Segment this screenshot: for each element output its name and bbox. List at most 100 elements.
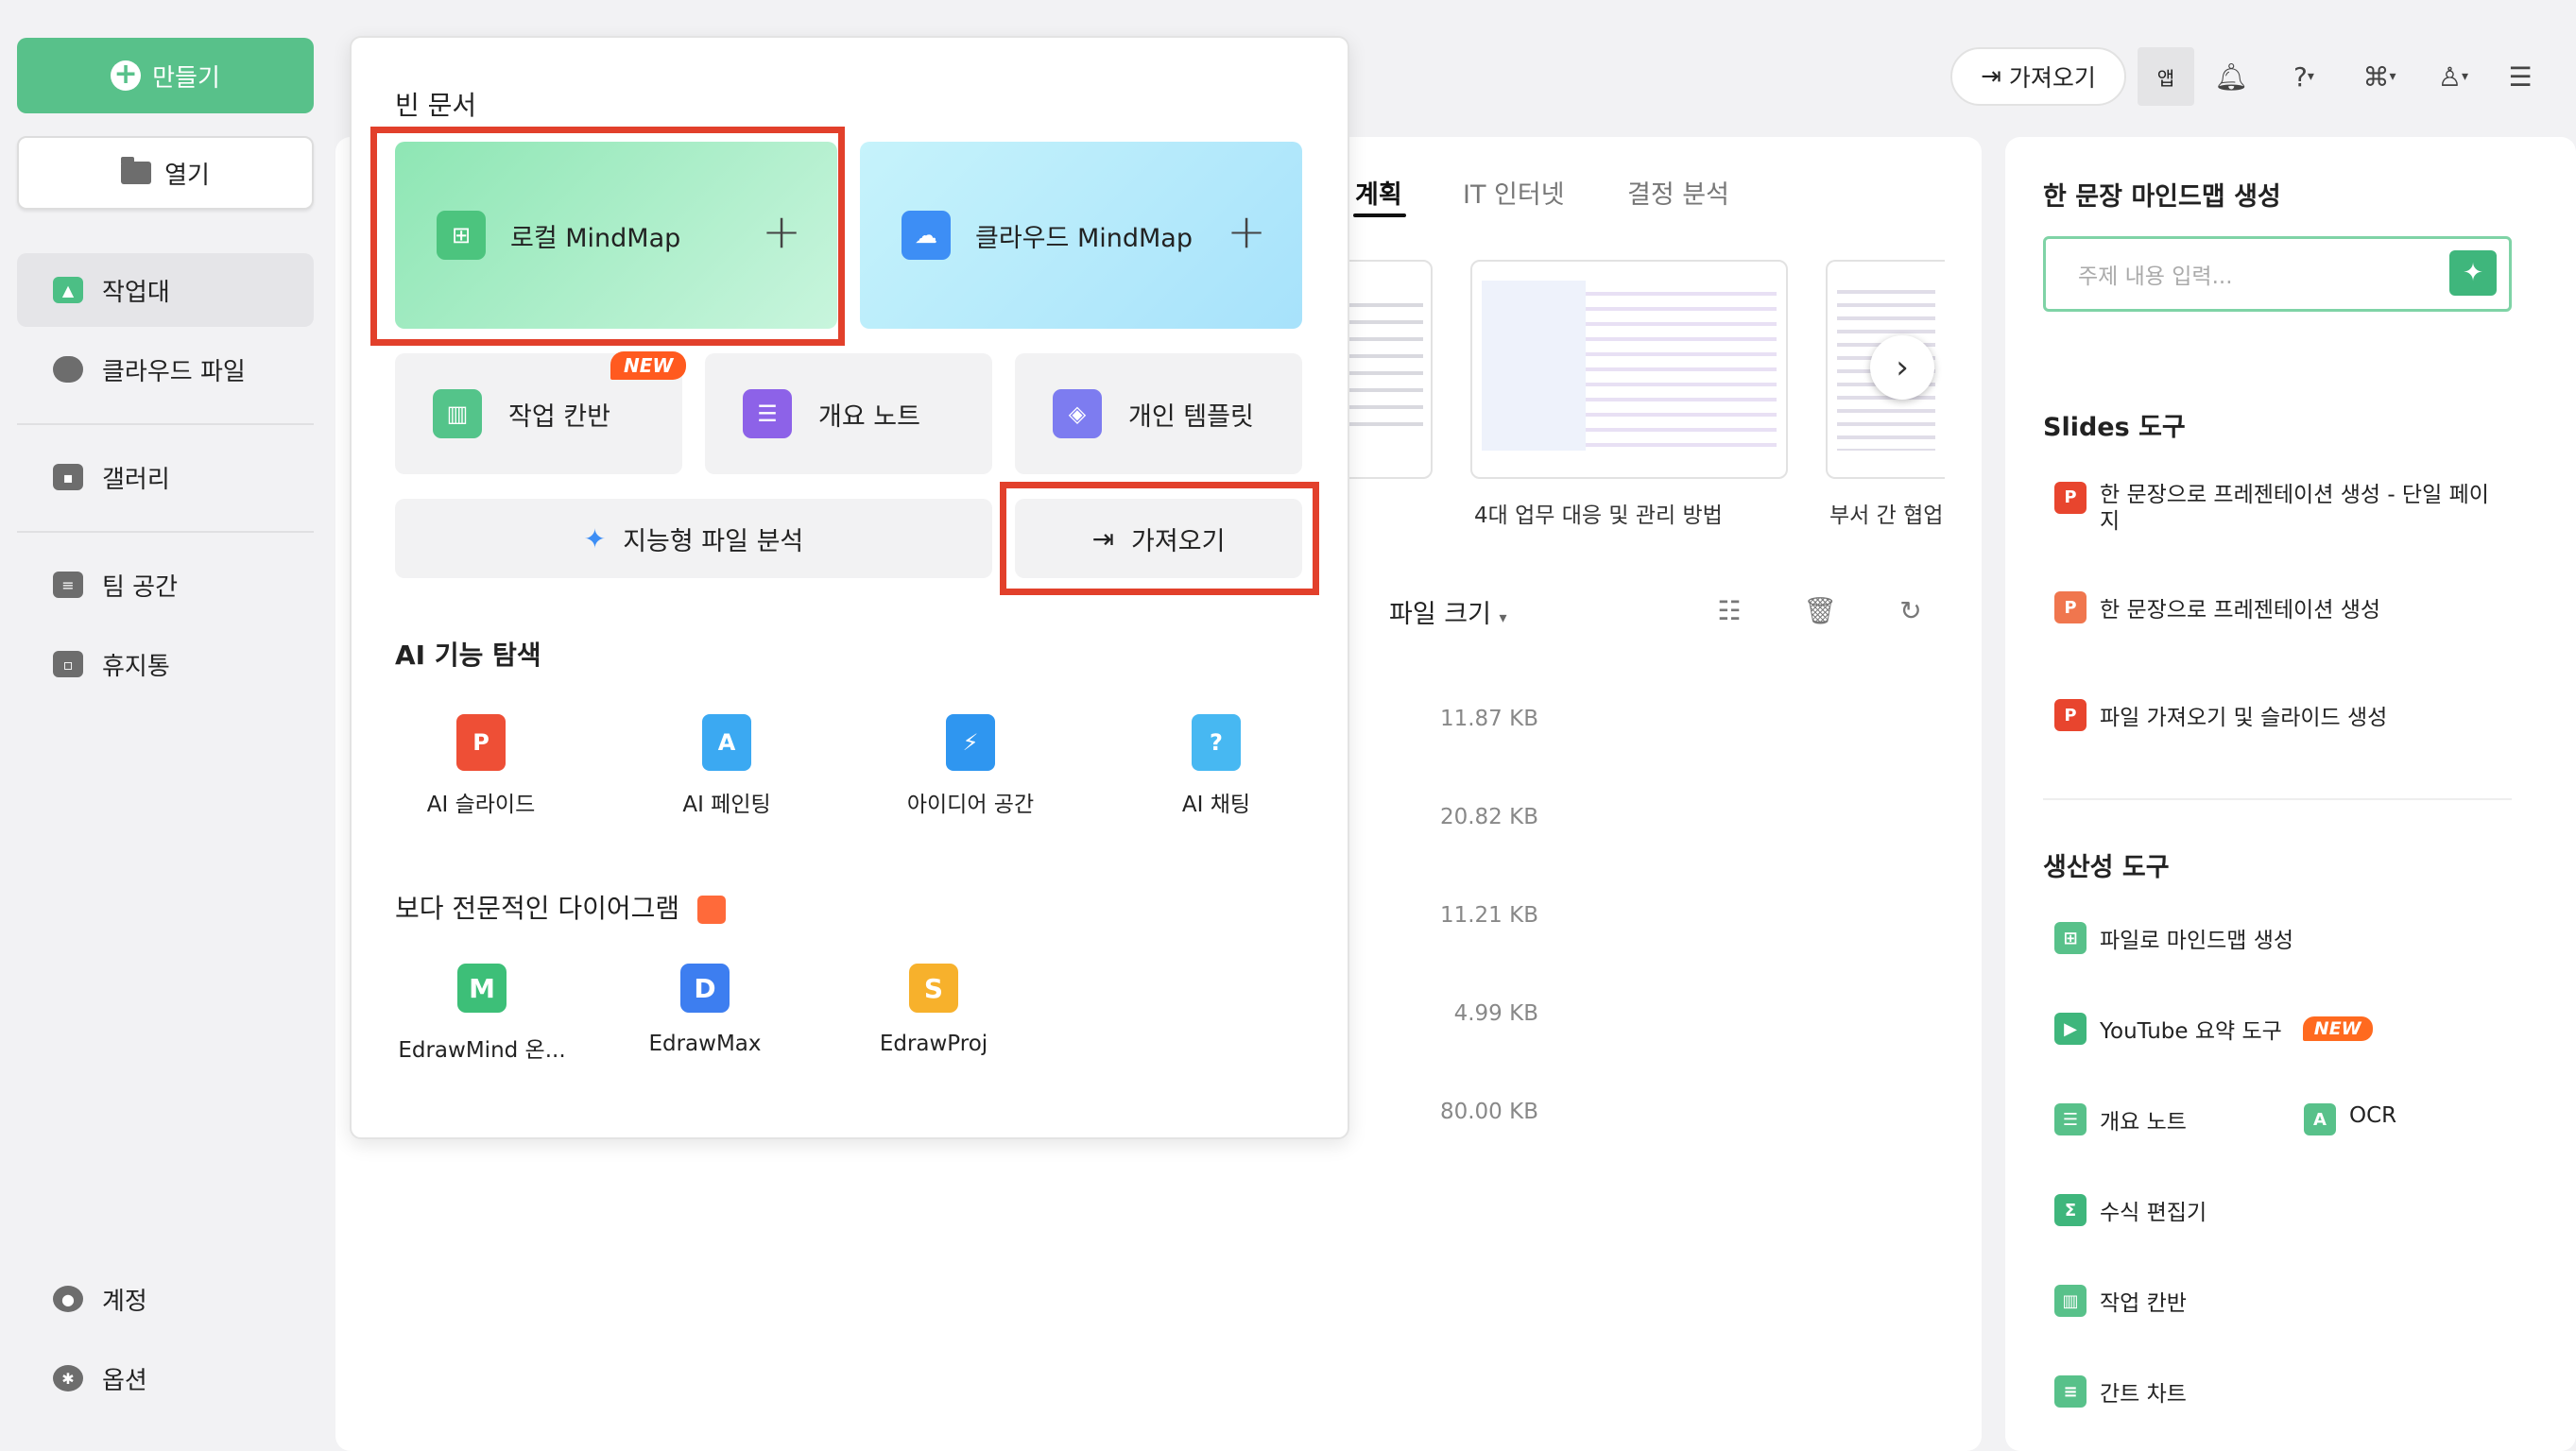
ai-generate-button[interactable]: ✦ — [2449, 250, 2497, 296]
tool-file-to-mindmap[interactable]: ⊞ 파일로 마인드맵 생성 — [2054, 922, 2293, 954]
pro-item-label: EdrawMind 온... — [398, 1038, 566, 1063]
outline-note-label: 개요 노트 — [818, 401, 920, 432]
edrawmax-item[interactable]: D EdrawMax — [618, 964, 792, 1056]
topic-input[interactable]: 주제 내용 입력... — [2043, 236, 2512, 312]
tool-label: 간트 차트 — [2100, 1382, 2187, 1407]
sidebar-divider — [17, 423, 314, 425]
sort-by-size[interactable]: 파일 크기 ▾ — [1389, 593, 1507, 630]
popup-import-button[interactable]: ⇥ 가져오기 — [1015, 499, 1302, 578]
ai-item-label: AI 슬라이드 — [426, 793, 536, 817]
template-label: 부서 간 협업 — [1829, 504, 1944, 528]
sidebar-item-cloud-files[interactable]: 클라우드 파일 — [17, 333, 314, 406]
gear-icon: ✱ — [53, 1365, 83, 1391]
cloud-mindmap-label: 클라우드 MindMap — [975, 223, 1193, 253]
theme-shirt-icon[interactable]: ♙ ▾ — [2425, 55, 2482, 98]
mindmap-icon: ⊞ — [437, 211, 486, 260]
gallery-chat-icon: ▪ — [53, 464, 83, 490]
tool-ocr[interactable]: A OCR — [2304, 1103, 2396, 1135]
sidebar-item-trash[interactable]: ▫ 휴지통 — [17, 627, 314, 701]
carousel-next-button[interactable]: › — [1870, 335, 1934, 400]
sidebar-item-team-space[interactable]: ≡ 팀 공간 — [17, 548, 314, 622]
tool-gantt-chart[interactable]: ≡ 간트 차트 — [2054, 1375, 2187, 1408]
edrawproj-icon: S — [909, 964, 958, 1013]
ai-section-title: AI 기능 탐색 — [395, 640, 541, 671]
right-tools-panel — [2005, 137, 2576, 1451]
account-label: 계정 — [102, 1287, 147, 1316]
create-button[interactable]: + 만들기 — [17, 38, 314, 113]
local-mindmap-card[interactable]: ⊞ 로컬 MindMap + — [395, 142, 837, 329]
team-space-icon: ≡ — [53, 572, 83, 598]
tab-decision-analysis[interactable]: 결정 분석 — [1627, 174, 1729, 211]
slides-tool-single-page[interactable]: P 한 문장으로 프레젠테이션 생성 - 단일 페이지 — [2054, 482, 2499, 535]
refresh-icon[interactable]: ↻ — [1892, 593, 1930, 627]
help-icon[interactable]: ? ▾ — [2275, 55, 2332, 98]
lightning-icon: ⚡ — [946, 714, 995, 771]
tab-plan[interactable]: 계획 — [1355, 174, 1402, 211]
edrawproj-item[interactable]: S EdrawProj — [847, 964, 1021, 1056]
top-import-button[interactable]: ⇥ 가져오기 — [1950, 47, 2126, 106]
kanban-label: 작업 칸반 — [508, 401, 610, 432]
tool-label: YouTube 요약 도구 — [2100, 1019, 2282, 1044]
tool-youtube-summary[interactable]: ▶ YouTube 요약 도구 NEW — [2054, 1013, 2373, 1045]
blank-document-title: 빈 문서 — [395, 90, 477, 121]
file-size-cell: 20.82 KB — [1439, 805, 1538, 829]
ai-chat-item[interactable]: ? AI 채팅 — [1117, 714, 1315, 818]
presentation-generate-icon: P — [2054, 591, 2087, 623]
options-label: 옵션 — [102, 1366, 147, 1395]
plus-circle-icon: + — [111, 60, 142, 91]
ai-painting-item[interactable]: A AI 페인팅 — [627, 714, 826, 818]
template-card[interactable] — [1470, 260, 1788, 479]
ai-item-label: AI 채팅 — [1181, 793, 1251, 817]
one-sentence-mindmap-title: 한 문장 마인드맵 생성 — [2043, 182, 2281, 212]
smart-file-analysis-button[interactable]: ✦ 지능형 파일 분석 — [395, 499, 992, 578]
personal-template-label: 개인 템플릿 — [1128, 401, 1254, 432]
outline-list-icon: ☰ — [2054, 1103, 2087, 1135]
sidebar-divider — [17, 531, 314, 533]
productivity-tools-title: 생산성 도구 — [2043, 853, 2170, 882]
kanban-icon: ▥ — [433, 389, 482, 438]
delete-icon[interactable]: 🗑︎ — [1801, 593, 1839, 627]
tool-label: 개요 노트 — [2100, 1110, 2187, 1135]
app-label: 앱 — [2156, 66, 2175, 90]
pro-diagram-title: 보다 전문적인 다이어그램 — [395, 888, 727, 926]
sidebar-item-workbench[interactable]: ▲ 작업대 — [17, 253, 314, 327]
pro-item-label: EdrawMax — [648, 1032, 762, 1056]
tool-label: OCR — [2349, 1103, 2397, 1128]
open-button[interactable]: 열기 — [17, 136, 314, 210]
section-divider — [2043, 798, 2512, 800]
apps-grid-icon[interactable]: ⌘ ▾ — [2351, 55, 2408, 98]
sidebar-item-options[interactable]: ✱ 옵션 — [17, 1341, 314, 1415]
ai-slides-item[interactable]: P AI 슬라이드 — [382, 714, 580, 818]
tool-outline-note[interactable]: ☰ 개요 노트 — [2054, 1103, 2187, 1135]
outline-note-card[interactable]: ☰ 개요 노트 — [705, 353, 992, 474]
ai-slides-icon: P — [456, 714, 506, 771]
tool-formula-editor[interactable]: Σ 수식 편집기 — [2054, 1194, 2207, 1226]
tool-kanban[interactable]: ▥ 작업 칸반 — [2054, 1285, 2187, 1317]
idea-space-item[interactable]: ⚡ 아이디어 공간 — [871, 714, 1070, 818]
smart-file-analysis-label: 지능형 파일 분석 — [623, 526, 804, 556]
cloud-mindmap-card[interactable]: ☁ 클라우드 MindMap + — [860, 142, 1302, 329]
gift-icon — [697, 896, 727, 924]
personal-template-card[interactable]: ◈ 개인 템플릿 — [1015, 353, 1302, 474]
app-button[interactable]: 앱 — [2138, 47, 2194, 106]
bell-icon[interactable]: 🔔︎ — [2209, 55, 2253, 98]
add-icon: + — [762, 204, 801, 259]
presentation-icon: P — [2054, 482, 2087, 514]
template-label: 4대 업무 대응 및 관리 방법 — [1474, 504, 1723, 528]
sidebar-item-gallery[interactable]: ▪ 갤러리 — [17, 440, 314, 514]
file-mindmap-icon: ⊞ — [2054, 922, 2087, 954]
create-button-label: 만들기 — [152, 63, 220, 93]
list-view-icon[interactable]: ☷ — [1710, 593, 1748, 627]
edrawmind-online-item[interactable]: M EdrawMind 온... — [395, 964, 569, 1064]
ai-item-label: 아이디어 공간 — [906, 793, 1035, 817]
sidebar-item-label: 작업대 — [102, 278, 170, 307]
chevron-down-icon: ▾ — [1499, 608, 1507, 626]
edrawmind-icon: M — [457, 964, 507, 1013]
active-tab-underline — [1353, 213, 1406, 217]
slides-tool-import-file[interactable]: P 파일 가져오기 및 슬라이드 생성 — [2054, 699, 2387, 731]
tab-it-internet[interactable]: IT 인터넷 — [1463, 174, 1565, 211]
sidebar-item-account[interactable]: ● 계정 — [17, 1262, 314, 1336]
slides-tool-one-sentence[interactable]: P 한 문장으로 프레젠테이션 생성 — [2054, 591, 2380, 623]
collapse-panel-icon[interactable]: ☰ — [2499, 55, 2542, 98]
tool-label: 한 문장으로 프레젠테이션 생성 - 단일 페이지 — [2100, 483, 2489, 534]
